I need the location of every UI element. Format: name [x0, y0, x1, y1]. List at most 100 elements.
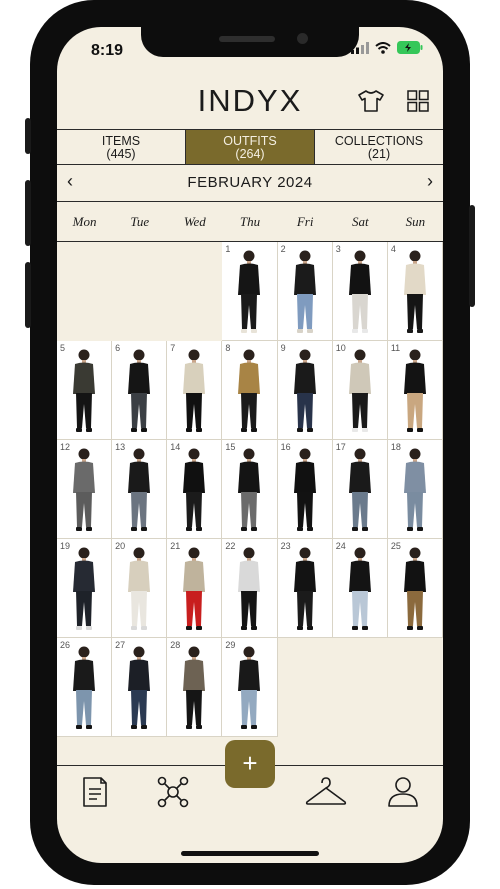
weekday-header: Mon Tue Wed Thu Fri Sat Sun [57, 202, 443, 242]
outfit-photo [238, 547, 261, 630]
weekday-thu: Thu [239, 214, 261, 229]
outfit-photo [128, 547, 151, 630]
front-camera [297, 33, 308, 44]
power-button [469, 205, 475, 307]
outfit-photo [403, 250, 426, 333]
outfit-photo [183, 646, 206, 729]
outfit-photo [128, 448, 151, 531]
speaker [219, 36, 275, 42]
outfit-photo [73, 547, 96, 630]
day-number: 1 [225, 244, 231, 254]
calendar-day-15[interactable]: 15 [222, 440, 278, 539]
day-number: 4 [390, 244, 396, 254]
calendar-day-18[interactable]: 18 [387, 440, 443, 539]
calendar-day-11[interactable]: 11 [387, 341, 443, 440]
day-number: 5 [60, 343, 66, 353]
outfit-photo [238, 250, 261, 333]
outfit-photo [73, 448, 96, 531]
calendar-day-16[interactable]: 16 [277, 440, 333, 539]
tab-collections[interactable]: COLLECTIONS (21) [315, 130, 443, 164]
calendar-day-23[interactable]: 23 [277, 539, 333, 638]
calendar-day-25[interactable]: 25 [387, 539, 443, 638]
outfit-photo [403, 448, 426, 531]
day-number: 2 [280, 244, 286, 254]
calendar-day-3[interactable]: 3 [332, 242, 388, 341]
notch [141, 27, 359, 57]
calendar-day-29[interactable]: 29 [222, 638, 278, 737]
calendar-day-28[interactable]: 28 [167, 638, 223, 737]
outfit-photo [73, 349, 96, 432]
calendar-day-7[interactable]: 7 [167, 341, 223, 440]
outfit-photo [348, 547, 371, 630]
outfit-photo [293, 547, 316, 630]
tab-items-count: (445) [106, 147, 136, 161]
home-indicator [181, 851, 319, 856]
calendar-day-24[interactable]: 24 [332, 539, 388, 638]
calendar-day-1[interactable]: 1 [222, 242, 278, 341]
weekday-fri: Fri [296, 214, 314, 229]
outfit-photo [183, 547, 206, 630]
outfit-photo [183, 349, 206, 432]
calendar-day-4[interactable]: 4 [387, 242, 443, 341]
outfit-photo [348, 250, 371, 333]
outfit-photo [293, 349, 316, 432]
segment-tabs: ITEMS (445) OUTFITS (264) COLLECTIONS (2… [57, 129, 443, 165]
chevron-right-icon[interactable]: › [427, 171, 433, 192]
weekday-tue: Tue [130, 214, 150, 229]
tshirt-icon[interactable] [357, 89, 385, 113]
mute-switch [25, 118, 31, 154]
status-icons [351, 41, 423, 54]
day-number: 8 [225, 343, 231, 353]
calendar-day-17[interactable]: 17 [332, 440, 388, 539]
outfit-photo [238, 349, 261, 432]
volume-up-button [25, 180, 31, 246]
add-outfit-button[interactable]: + [225, 740, 275, 788]
outfit-photo [293, 250, 316, 333]
calendar-day-9[interactable]: 9 [277, 341, 333, 440]
outfit-photo [403, 547, 426, 630]
calendar-day-2[interactable]: 2 [277, 242, 333, 341]
battery-charging-icon [397, 41, 423, 54]
outfit-photo [293, 448, 316, 531]
calendar-day-13[interactable]: 13 [112, 440, 168, 539]
app-screen: 8:19 INDYX ITEMS (445) OUTFITS (264) COL… [57, 27, 443, 863]
month-navigator: ‹ FEBRUARY 2024 › [57, 165, 443, 202]
calendar-day-19[interactable]: 19 [57, 539, 113, 638]
profile-icon[interactable] [387, 775, 419, 809]
calendar-day-12[interactable]: 12 [57, 440, 113, 539]
weekday-mon: Mon [72, 214, 97, 229]
grid-view-icon[interactable] [407, 90, 429, 112]
weekday-sun: Sun [405, 214, 426, 229]
calendar-day-26[interactable]: 26 [57, 638, 113, 737]
month-label: FEBRUARY 2024 [187, 174, 313, 191]
outfit-photo [348, 448, 371, 531]
status-time: 8:19 [91, 42, 124, 59]
calendar-day-10[interactable]: 10 [332, 341, 388, 440]
hanger-icon[interactable] [305, 775, 347, 809]
outfit-photo [403, 349, 426, 432]
calendar-day-6[interactable]: 6 [112, 341, 168, 440]
calendar-day-8[interactable]: 8 [222, 341, 278, 440]
outfit-photo [238, 646, 261, 729]
calendar-day-5[interactable]: 5 [57, 341, 113, 440]
tab-outfits-count: (264) [235, 147, 265, 161]
volume-down-button [25, 262, 31, 328]
calendar-day-27[interactable]: 27 [112, 638, 168, 737]
tab-outfits[interactable]: OUTFITS (264) [186, 130, 315, 164]
notes-icon[interactable] [81, 775, 109, 809]
day-number: 3 [335, 244, 341, 254]
outfit-photo [183, 448, 206, 531]
tab-items[interactable]: ITEMS (445) [57, 130, 186, 164]
app-logo: INDYX [197, 83, 303, 118]
network-icon[interactable] [156, 775, 190, 809]
day-number: 6 [115, 343, 121, 353]
weekday-wed: Wed [183, 214, 206, 229]
calendar-day-21[interactable]: 21 [167, 539, 223, 638]
calendar-day-20[interactable]: 20 [112, 539, 168, 638]
calendar-day-14[interactable]: 14 [167, 440, 223, 539]
outfit-photo [73, 646, 96, 729]
tab-collections-count: (21) [367, 147, 391, 161]
outfit-photo [348, 349, 371, 432]
outfit-photo [128, 349, 151, 432]
calendar-day-22[interactable]: 22 [222, 539, 278, 638]
